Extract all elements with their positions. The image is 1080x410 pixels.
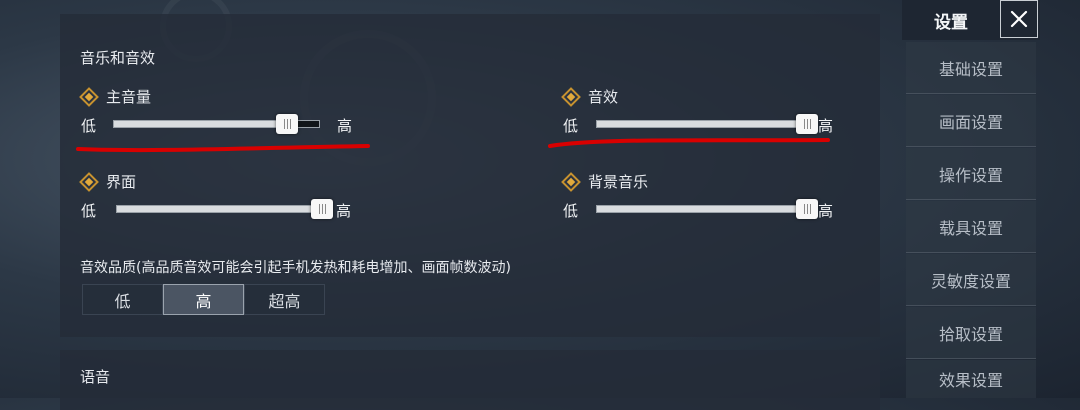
background-music-slider[interactable] xyxy=(596,199,818,219)
sound-quality-label: 音效品质(高品质音效可能会引起手机发热和耗电增加、画面帧数波动) xyxy=(80,260,511,276)
menu-item-effects-settings[interactable]: 效果设置 xyxy=(906,360,1036,398)
main-volume-low-label: 低 xyxy=(81,117,97,135)
slider-thumb[interactable] xyxy=(276,114,298,134)
quality-option-high[interactable]: 高 xyxy=(163,284,244,315)
menu-item-controls-settings[interactable]: 操作设置 xyxy=(906,148,1036,200)
diamond-icon xyxy=(79,171,99,192)
main-volume-label-row: 主音量 xyxy=(79,86,152,107)
interface-low-label: 低 xyxy=(81,202,97,220)
close-button[interactable] xyxy=(1000,0,1038,38)
background-music-label-row: 背景音乐 xyxy=(561,171,649,192)
sound-quality-selector: 低 高 超高 xyxy=(82,284,325,315)
slider-thumb[interactable] xyxy=(796,199,818,219)
slider-track xyxy=(116,205,333,213)
slider-track xyxy=(596,205,818,213)
menu-item-vehicle-settings[interactable]: 载具设置 xyxy=(906,201,1036,253)
background-music-low-label: 低 xyxy=(563,202,579,220)
slider-track xyxy=(596,120,818,128)
sound-effects-label-row: 音效 xyxy=(561,86,619,107)
menu-item-basic-settings[interactable]: 基础设置 xyxy=(906,42,1036,94)
main-volume-label: 主音量 xyxy=(106,88,152,106)
sound-effects-slider[interactable] xyxy=(596,114,818,134)
background-music-label: 背景音乐 xyxy=(588,173,649,191)
voice-panel: 语音 xyxy=(60,350,880,410)
sound-effects-label: 音效 xyxy=(588,88,619,106)
main-volume-slider[interactable] xyxy=(113,114,320,134)
main-volume-high-label: 高 xyxy=(337,117,353,135)
settings-sidebar: 设置 基础设置 画面设置 操作设置 载具设置 灵敏度设置 拾取设置 效果设置 xyxy=(902,0,1080,398)
menu-item-sensitivity-settings[interactable]: 灵敏度设置 xyxy=(906,254,1036,306)
music-and-sound-panel: 音乐和音效 主音量 低 高 音效 低 高 界面 低 高 背景音乐 低 高 音效品… xyxy=(60,14,880,337)
sound-effects-low-label: 低 xyxy=(563,117,579,135)
diamond-icon xyxy=(561,171,581,192)
quality-option-low[interactable]: 低 xyxy=(82,284,163,315)
slider-thumb[interactable] xyxy=(796,114,818,134)
interface-label-row: 界面 xyxy=(79,171,137,192)
diamond-icon xyxy=(79,86,99,107)
quality-option-ultra[interactable]: 超高 xyxy=(244,284,325,315)
slider-thumb[interactable] xyxy=(311,199,333,219)
background-music-high-label: 高 xyxy=(818,202,834,220)
interface-slider[interactable] xyxy=(116,199,333,219)
section-title-voice: 语音 xyxy=(80,368,111,386)
diamond-icon xyxy=(561,86,581,107)
menu-item-pickup-settings[interactable]: 拾取设置 xyxy=(906,307,1036,359)
interface-label: 界面 xyxy=(106,173,137,191)
sound-effects-high-label: 高 xyxy=(818,117,834,135)
section-title-music-sound: 音乐和音效 xyxy=(80,49,156,67)
settings-title: 设置 xyxy=(934,12,968,33)
interface-high-label: 高 xyxy=(336,202,352,220)
close-icon xyxy=(1010,10,1028,28)
menu-item-graphics-settings[interactable]: 画面设置 xyxy=(906,95,1036,147)
